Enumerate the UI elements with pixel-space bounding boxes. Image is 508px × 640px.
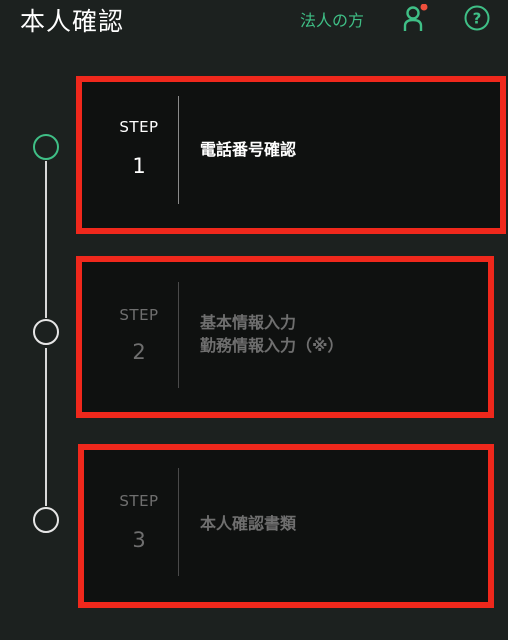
step-title: 基本情報入力 勤務情報入力（※） — [200, 313, 344, 355]
step-title: 本人確認書類 — [200, 514, 297, 533]
app-header: 本人確認 法人の方 ? — [0, 0, 508, 44]
notification-dot-icon — [420, 3, 428, 11]
timeline-connector — [45, 161, 47, 318]
timeline-connector — [45, 348, 47, 506]
step-card-3[interactable]: STEP 3 本人確認書類 — [78, 444, 494, 608]
step-label: STEP — [119, 492, 159, 510]
corporate-link[interactable]: 法人の方 — [300, 7, 364, 31]
help-icon[interactable]: ? — [464, 5, 490, 31]
step-divider — [178, 282, 179, 388]
page-title: 本人確認 — [20, 7, 125, 36]
step-divider — [178, 468, 179, 576]
step-3-indicator — [33, 507, 59, 533]
step-label: STEP — [119, 118, 159, 136]
step-card-1[interactable]: STEP 1 電話番号確認 — [76, 76, 506, 234]
step-label: STEP — [119, 306, 159, 324]
step-title: 電話番号確認 — [200, 140, 297, 159]
step-number: 3 — [132, 528, 146, 552]
step-2-indicator — [33, 319, 59, 345]
user-icon[interactable] — [402, 3, 428, 32]
step-divider — [178, 96, 179, 204]
step-card-2[interactable]: STEP 2 基本情報入力 勤務情報入力（※） — [76, 256, 494, 418]
step-number: 2 — [132, 340, 146, 364]
step-1-indicator — [33, 134, 59, 160]
step-number: 1 — [132, 154, 146, 178]
svg-text:?: ? — [473, 10, 482, 28]
